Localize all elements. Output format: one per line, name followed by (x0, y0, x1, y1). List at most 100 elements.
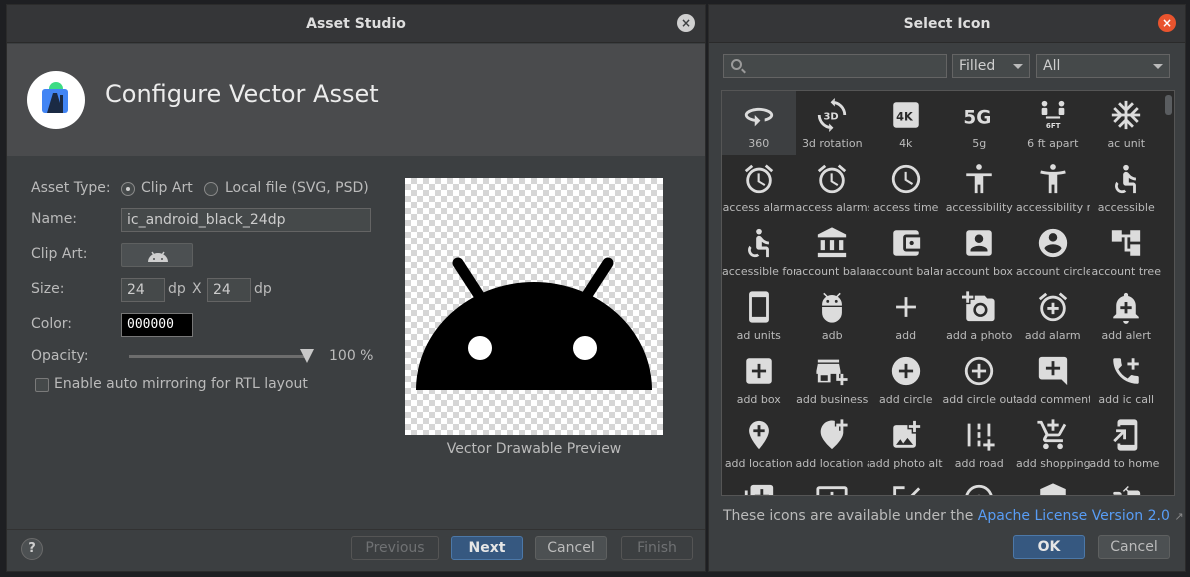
finish-button[interactable]: Finish (621, 536, 693, 560)
icon-cell-add-ic-call[interactable]: add ic call (1090, 347, 1164, 411)
account-circle-icon (1016, 224, 1090, 262)
icon-label: 4k (899, 137, 913, 150)
icon-cell-add-box[interactable]: add box (722, 347, 796, 411)
icon-cell-add-to-queue[interactable] (796, 475, 870, 495)
size-label: Size: (31, 281, 65, 297)
license-notice: These icons are available under the Apac… (723, 508, 1184, 524)
icon-cell-add-to-home-screen[interactable]: add to home s (1090, 411, 1163, 475)
icon-cell-add-a-photo[interactable]: add a photo (943, 283, 1017, 347)
icon-cell-360[interactable]: 360 (722, 91, 796, 155)
icon-label: add shopping c (1016, 457, 1090, 470)
auto-mirror-label[interactable]: Enable auto mirroring for RTL layout (54, 376, 308, 392)
previous-button[interactable]: Previous (351, 536, 439, 560)
local-file-radio-label[interactable]: Local file (SVG, PSD) (225, 180, 369, 196)
cancel-button[interactable]: Cancel (535, 536, 607, 560)
grid-scrollbar[interactable] (1165, 95, 1172, 115)
next-button[interactable]: Next (451, 536, 523, 560)
auto-mirror-checkbox[interactable] (35, 378, 49, 392)
icon-cell-accessible-forward[interactable]: accessible forw (722, 219, 796, 283)
clip-art-radio-label[interactable]: Clip Art (141, 180, 193, 196)
icon-search-input[interactable] (723, 54, 947, 78)
help-button[interactable]: ? (21, 538, 43, 560)
icon-cell-6-ft-apart[interactable]: 6FT 6 ft apart (1016, 91, 1090, 155)
icon-cell-add-task[interactable] (869, 475, 943, 495)
icon-cell-account-balance[interactable]: account balanc (796, 219, 869, 283)
icon-label: 3d rotation (801, 137, 863, 150)
icon-cell-add[interactable]: add (869, 283, 943, 347)
add-circle-icon (869, 352, 943, 390)
icon-label: add photo alte (869, 457, 943, 470)
icon-cell-access-time[interactable]: access time (869, 155, 943, 219)
icon-cell-access-alarms[interactable]: access alarms (796, 155, 870, 219)
opacity-slider-thumb[interactable] (300, 349, 314, 363)
icon-cell-agriculture[interactable] (1090, 475, 1164, 495)
icon-cell-account-box[interactable]: account box (943, 219, 1017, 283)
category-filter-select[interactable]: All (1036, 54, 1170, 78)
ok-button[interactable]: OK (1013, 535, 1085, 559)
3d-rotation-icon: 3D (796, 96, 870, 134)
height-field[interactable]: 24 (207, 278, 251, 302)
icon-cell-add-location[interactable]: add location (722, 411, 796, 475)
icon-cell-access-alarm[interactable]: access alarm (722, 155, 796, 219)
add-business-icon (796, 352, 870, 390)
accessibility-icon (943, 160, 1017, 198)
icon-label: 5g (972, 137, 987, 150)
icon-cell-ad-units[interactable]: ad units (722, 283, 796, 347)
icon-label: account tree (1091, 265, 1161, 278)
add-box-icon (722, 352, 796, 390)
icon-cell-5g[interactable]: 5G 5g (943, 91, 1017, 155)
icon-cell-add-circle-outline[interactable]: add circle outl (943, 347, 1016, 411)
close-icon[interactable]: × (1158, 14, 1176, 32)
icon-label: add alarm (1024, 329, 1081, 342)
icon-cell-add-alarm[interactable]: add alarm (1016, 283, 1090, 347)
clip-art-radio[interactable] (121, 182, 135, 196)
icon-label: accessible (1097, 201, 1155, 214)
icon-cell-3d-rotation[interactable]: 3D 3d rotation (796, 91, 870, 155)
color-field[interactable]: 000000 (121, 313, 193, 337)
icon-cell-ac-unit[interactable]: ac unit (1090, 91, 1164, 155)
icon-cell-adjust[interactable] (943, 475, 1017, 495)
size-separator: X (192, 281, 202, 297)
icon-cell-account-balance-wallet[interactable]: account balanc (869, 219, 943, 283)
icon-cell-4k[interactable]: 4K 4k (869, 91, 943, 155)
icon-cell-add-shopping-cart[interactable]: add shopping c (1016, 411, 1090, 475)
close-icon[interactable]: × (677, 14, 695, 32)
local-file-radio[interactable] (204, 182, 218, 196)
ac-unit-icon (1090, 96, 1164, 134)
svg-text:4K: 4K (896, 110, 914, 124)
agriculture-icon (1090, 480, 1164, 495)
icon-cell-add-photo-alternate[interactable]: add photo alte (869, 411, 943, 475)
clip-art-button[interactable] (121, 243, 193, 267)
icon-cell-add-business[interactable]: add business (796, 347, 870, 411)
svg-text:3D: 3D (824, 111, 839, 122)
icon-cell-accessibility-new[interactable]: accessibility ne (1016, 155, 1090, 219)
icon-cell-add-comment[interactable]: add comment (1016, 347, 1090, 411)
icon-cell-admin-panel[interactable] (1016, 475, 1090, 495)
style-filter-select[interactable]: Filled (952, 54, 1030, 78)
category-filter-value: All (1043, 58, 1061, 74)
apache-license-link[interactable]: Apache License Version 2.0 (978, 508, 1170, 524)
icon-cell-add-road[interactable]: add road (943, 411, 1017, 475)
width-field[interactable]: 24 (121, 278, 165, 302)
width-unit: dp (168, 281, 186, 297)
icon-cell-account-tree[interactable]: account tree (1090, 219, 1164, 283)
icon-cell-account-circle[interactable]: account circle (1016, 219, 1090, 283)
opacity-slider-track[interactable] (129, 355, 309, 358)
account-balance-wallet-icon (869, 224, 943, 262)
icon-label: access alarm (722, 201, 795, 214)
accessibility-new-icon (1016, 160, 1090, 198)
access-alarms-icon (796, 160, 870, 198)
icon-cell-accessibility[interactable]: accessibility (943, 155, 1017, 219)
android-preview-icon (416, 257, 652, 390)
icon-cell-add-circle[interactable]: add circle (869, 347, 943, 411)
cancel-button[interactable]: Cancel (1098, 535, 1170, 559)
icon-cell-accessible[interactable]: accessible (1090, 155, 1164, 219)
icon-label: add (895, 329, 917, 342)
add-location-icon (722, 416, 796, 454)
icon-cell-add-to-photos[interactable] (722, 475, 796, 495)
icon-cell-add-location-alt[interactable]: add location a (796, 411, 869, 475)
add-to-photos-icon (722, 480, 796, 495)
name-field[interactable]: ic_android_black_24dp (121, 208, 371, 232)
icon-cell-adb[interactable]: adb (796, 283, 870, 347)
icon-cell-add-alert[interactable]: add alert (1090, 283, 1164, 347)
